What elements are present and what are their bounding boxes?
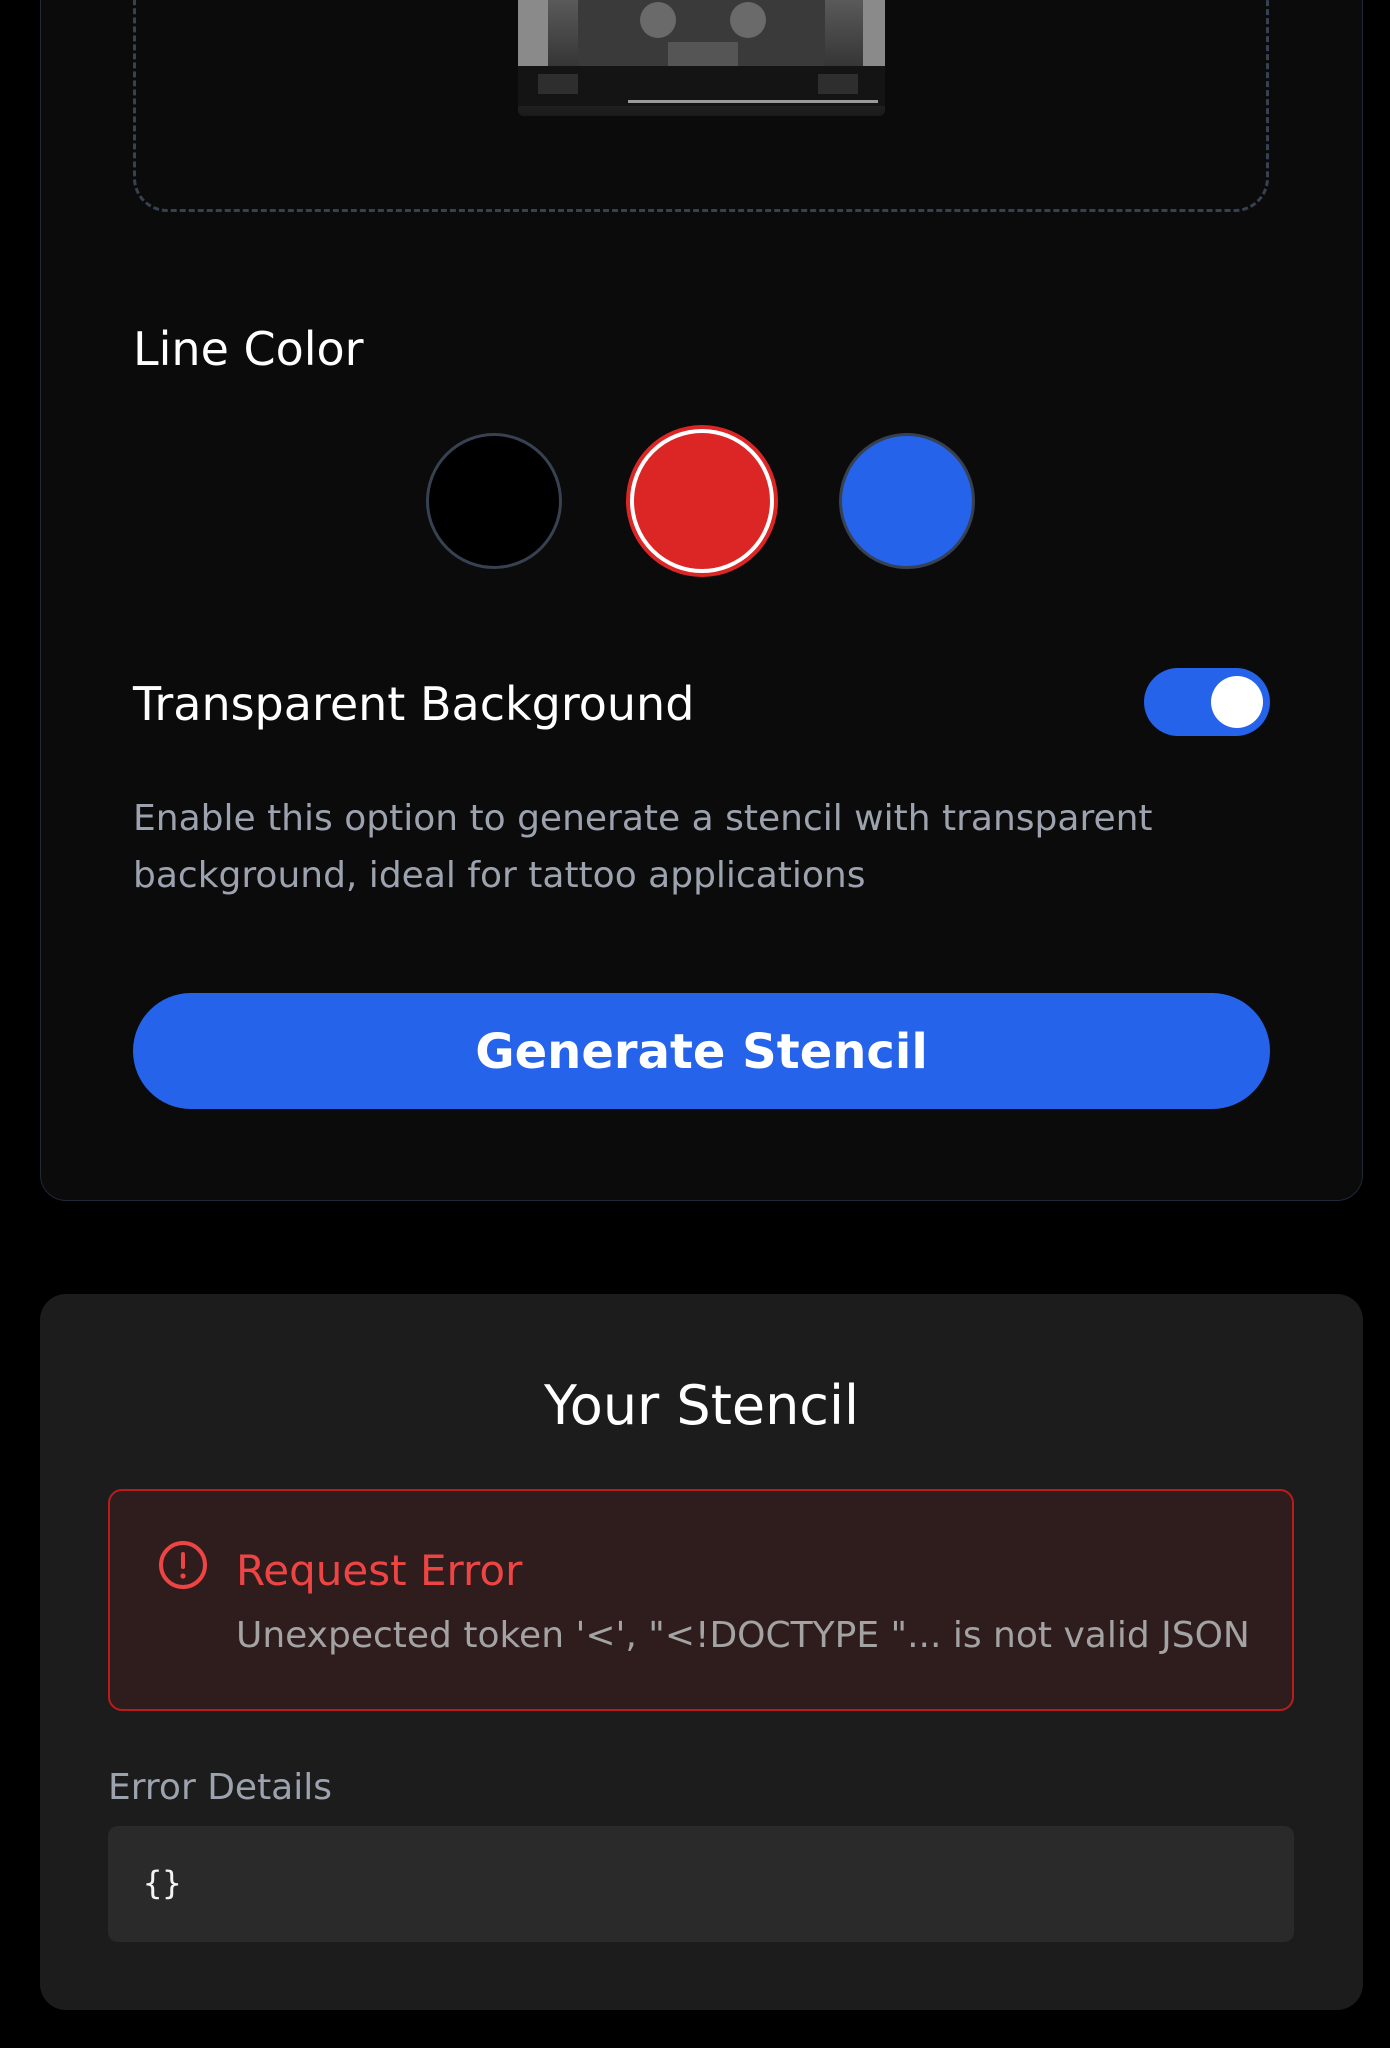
preview-artwork: [518, 0, 885, 116]
error-details-code: {}: [143, 1864, 182, 1902]
uploaded-image-preview: [518, 0, 885, 116]
error-details-box: [108, 1826, 1294, 1942]
transparent-background-label: Transparent Background: [133, 677, 695, 731]
error-title: Request Error: [236, 1546, 523, 1595]
generate-stencil-button[interactable]: Generate Stencil: [133, 993, 1270, 1109]
toggle-knob: [1211, 676, 1263, 728]
line-color-blue-swatch[interactable]: [839, 433, 975, 569]
error-message: Unexpected token '<', "<!DOCTYPE "... is…: [236, 1615, 1250, 1656]
transparent-background-toggle[interactable]: [1144, 668, 1270, 736]
error-details-label: Error Details: [108, 1767, 332, 1808]
line-color-red-swatch[interactable]: [630, 429, 774, 573]
line-color-label: Line Color: [133, 322, 364, 376]
transparent-background-help-text: Enable this option to generate a stencil…: [133, 798, 1153, 896]
line-color-black-swatch[interactable]: [426, 433, 562, 569]
result-title: Your Stencil: [543, 1374, 860, 1437]
alert-circle-icon: [157, 1539, 209, 1591]
